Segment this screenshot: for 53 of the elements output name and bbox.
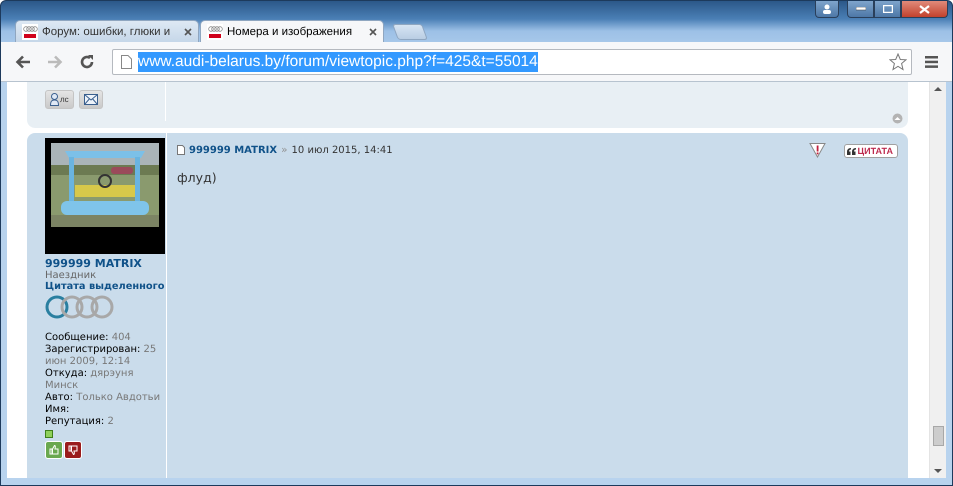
tab-close-icon[interactable]	[369, 28, 377, 36]
minimize-icon	[856, 7, 866, 11]
forward-arrow-icon	[47, 54, 63, 68]
star-icon[interactable]	[889, 52, 907, 70]
favicon-icon	[207, 24, 223, 40]
address-bar[interactable]: www.audi-belarus.by/forum/viewtopic.php?f=425&t=55014	[112, 48, 912, 74]
thumbs-down-button[interactable]	[64, 441, 82, 459]
post-text: флуд)	[177, 170, 218, 185]
page-icon	[121, 54, 132, 68]
close-icon	[919, 4, 930, 14]
tab-close-icon[interactable]	[184, 28, 192, 36]
post-date: 10 июл 2015, 14:41	[292, 144, 393, 156]
scroll-down-icon[interactable]	[934, 468, 942, 474]
maximize-icon	[882, 5, 892, 13]
user-icon	[822, 4, 832, 14]
quote-mark-icon	[846, 148, 856, 154]
back-arrow-icon	[15, 54, 31, 68]
scrollbar-thumb[interactable]	[932, 426, 944, 446]
close-button[interactable]	[901, 1, 948, 18]
person-icon	[50, 93, 59, 106]
username-link[interactable]: 999999 MATRIX	[45, 257, 142, 270]
scroll-up-icon[interactable]	[934, 86, 942, 92]
rings-icon	[45, 295, 115, 319]
separator-text: »	[281, 144, 288, 156]
profile-field: Откуда: дярэуня Минск	[45, 368, 166, 392]
profile-field: Авто: Только Авдотьи	[45, 392, 166, 404]
browser-tab[interactable]: Номера и изображения	[200, 20, 384, 42]
user-rank: Наездник	[45, 270, 96, 281]
profile-field: Сообщение: 404	[45, 332, 166, 344]
favicon-icon	[22, 24, 38, 40]
report-icon[interactable]	[808, 142, 826, 158]
thumbs-up-button[interactable]	[45, 441, 63, 459]
user-button[interactable]	[815, 1, 839, 18]
envelope-icon	[84, 94, 98, 105]
rank-title: Цитата выделенного	[45, 281, 164, 292]
thumbs-down-icon	[68, 445, 78, 455]
reload-icon	[79, 54, 95, 70]
url-text: www.audi-belarus.by/forum/viewtopic.php?f=425&t=55014	[138, 52, 538, 72]
post-icon	[177, 145, 185, 155]
profile-field: Имя:	[45, 404, 166, 416]
menu-icon	[924, 56, 938, 68]
reputation-bar-icon	[45, 430, 53, 438]
minimize-button[interactable]	[847, 1, 874, 18]
browser-tab[interactable]: Форум: ошибки, глюки и	[15, 20, 199, 42]
thumbs-up-icon	[49, 445, 59, 455]
profile-field: Репутация: 2	[45, 416, 166, 428]
tab-title: Форум: ошибки, глюки и	[42, 26, 172, 38]
private-message-button[interactable]: лс	[45, 90, 74, 109]
author-link[interactable]: 999999 MATRIX	[189, 144, 278, 156]
quote-button[interactable]: ЦИТАТА	[844, 144, 898, 158]
tab-title: Номера и изображения	[227, 26, 354, 38]
email-button[interactable]	[78, 90, 103, 109]
maximize-button[interactable]	[874, 1, 901, 18]
